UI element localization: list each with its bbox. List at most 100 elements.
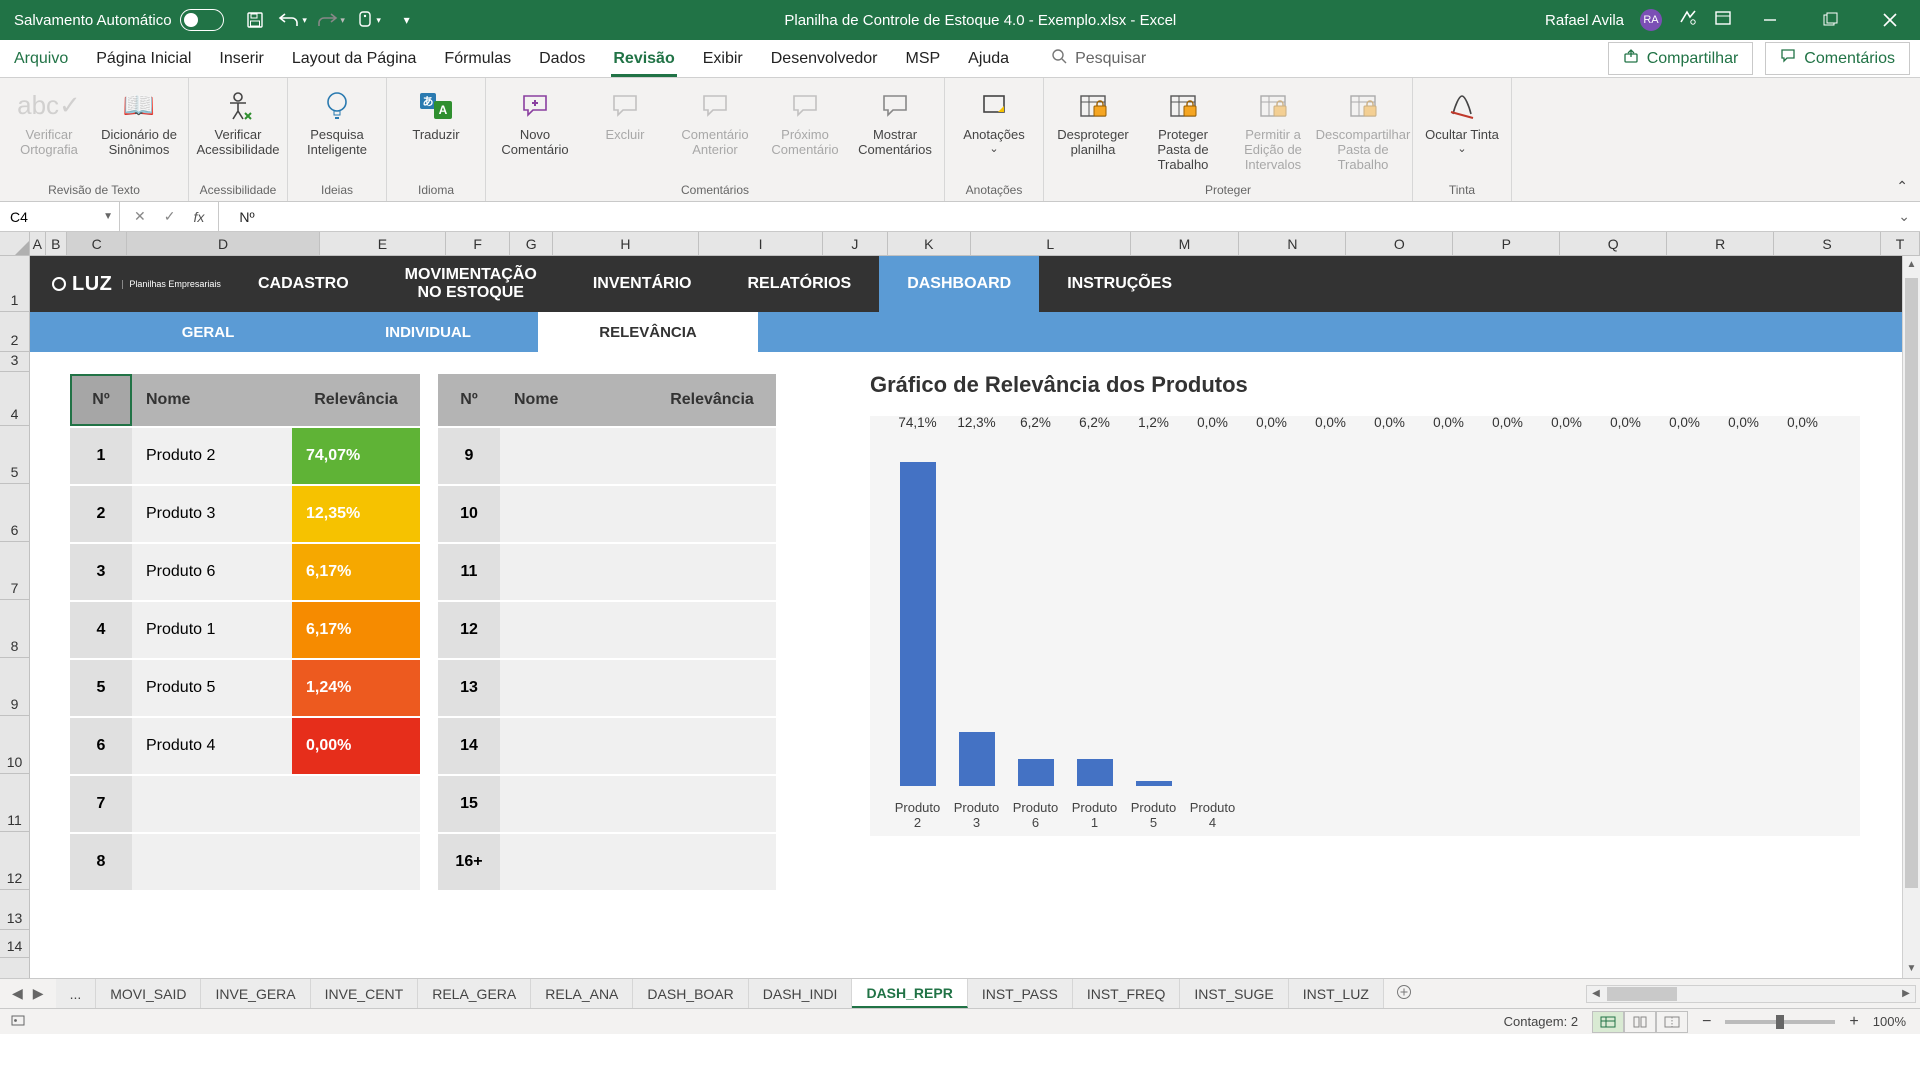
row-value[interactable] [648, 660, 776, 716]
ribbon-display-icon[interactable] [1714, 9, 1732, 31]
tab-f-rmulas[interactable]: Fórmulas [430, 40, 525, 77]
row-header-3[interactable]: 3 [0, 352, 29, 372]
comments-button[interactable]: Comentários [1765, 42, 1910, 75]
col-header-E[interactable]: E [320, 232, 446, 255]
tab-revis-o[interactable]: Revisão [599, 40, 688, 77]
row-value[interactable]: 6,17% [292, 602, 420, 658]
cmd-anotacoes[interactable]: Anotações⌄ [951, 84, 1037, 180]
row-header-8[interactable]: 8 [0, 600, 29, 658]
row-name[interactable]: Produto 1 [132, 602, 292, 658]
maximize-button[interactable] [1808, 0, 1852, 40]
autosave-toggle[interactable]: Salvamento Automático [14, 9, 224, 31]
col-header-L[interactable]: L [971, 232, 1130, 255]
minimize-button[interactable] [1748, 0, 1792, 40]
col-header-I[interactable]: I [699, 232, 823, 255]
row-name[interactable] [500, 544, 648, 600]
col-header-J[interactable]: J [823, 232, 887, 255]
row-index[interactable]: 16+ [438, 834, 500, 890]
row-header-1[interactable]: 1 [0, 256, 29, 312]
dash-nav-cadastro[interactable]: CADASTRO [230, 256, 377, 312]
col-header-A[interactable]: A [30, 232, 46, 255]
user-name[interactable]: Rafael Avila [1545, 12, 1624, 29]
cmd-mostrar-comentarios[interactable]: Mostrar Comentários [852, 84, 938, 180]
user-avatar[interactable]: RA [1640, 9, 1662, 31]
col-header-D[interactable]: D [127, 232, 319, 255]
col-header-no[interactable]: Nº [438, 374, 500, 426]
row-name[interactable] [500, 486, 648, 542]
col-header-H[interactable]: H [553, 232, 699, 255]
grid-canvas[interactable]: LUZ Planilhas Empresariais CADASTROMOVIM… [30, 256, 1920, 978]
tell-me-search[interactable]: Pesquisar [1051, 48, 1146, 69]
row-index[interactable]: 15 [438, 776, 500, 832]
row-name[interactable] [132, 834, 292, 890]
row-value[interactable] [648, 544, 776, 600]
sheet-tab-more[interactable]: ... [56, 979, 97, 1008]
coming-soon-icon[interactable] [1678, 8, 1698, 32]
row-value[interactable] [648, 428, 776, 484]
row-name[interactable]: Produto 2 [132, 428, 292, 484]
col-header-relevancia[interactable]: Relevância [648, 374, 776, 426]
row-index[interactable]: 12 [438, 602, 500, 658]
cmd-novo-comentario[interactable]: Novo Comentário [492, 84, 578, 180]
row-name[interactable]: Produto 4 [132, 718, 292, 774]
fx-icon[interactable]: fx [193, 209, 204, 225]
col-header-C[interactable]: C [67, 232, 127, 255]
view-page-break-icon[interactable] [1656, 1011, 1688, 1033]
col-header-F[interactable]: F [446, 232, 510, 255]
cancel-formula-icon[interactable]: ✕ [134, 208, 146, 225]
redo-icon[interactable]: ▾ [322, 11, 340, 29]
row-index[interactable]: 7 [70, 776, 132, 832]
row-name[interactable] [500, 602, 648, 658]
row-name[interactable]: Produto 3 [132, 486, 292, 542]
view-normal-icon[interactable] [1592, 1011, 1624, 1033]
sheet-tab-inve_gera[interactable]: INVE_GERA [201, 979, 310, 1008]
view-page-layout-icon[interactable] [1624, 1011, 1656, 1033]
share-button[interactable]: Compartilhar [1608, 42, 1754, 75]
cmd-ocultar-tinta[interactable]: Ocultar Tinta⌄ [1419, 84, 1505, 180]
row-index[interactable]: 2 [70, 486, 132, 542]
undo-icon[interactable]: ▾ [284, 11, 302, 29]
row-name[interactable]: Produto 6 [132, 544, 292, 600]
col-header-B[interactable]: B [46, 232, 67, 255]
sheet-tab-inve_cent[interactable]: INVE_CENT [311, 979, 419, 1008]
dash-nav-relat-rios[interactable]: RELATÓRIOS [719, 256, 879, 312]
row-value[interactable] [648, 602, 776, 658]
col-header-Q[interactable]: Q [1560, 232, 1667, 255]
cmd-desproteger-planilha[interactable]: Desproteger planilha [1050, 84, 1136, 180]
row-index[interactable]: 4 [70, 602, 132, 658]
row-header-14[interactable]: 14 [0, 930, 29, 958]
col-header-O[interactable]: O [1346, 232, 1453, 255]
expand-formula-bar-icon[interactable]: ⌄ [1888, 208, 1920, 225]
tab-ajuda[interactable]: Ajuda [954, 40, 1023, 77]
col-header-K[interactable]: K [888, 232, 972, 255]
row-name[interactable] [132, 776, 292, 832]
record-macro-icon[interactable] [10, 1016, 26, 1031]
row-header-13[interactable]: 13 [0, 890, 29, 930]
sheet-tab-rela_gera[interactable]: RELA_GERA [418, 979, 531, 1008]
dash-nav-dashboard[interactable]: DASHBOARD [879, 256, 1039, 312]
sheet-tab-inst_luz[interactable]: INST_LUZ [1289, 979, 1384, 1008]
close-button[interactable] [1868, 0, 1912, 40]
row-header-12[interactable]: 12 [0, 832, 29, 890]
tab-p-gina-inicial[interactable]: Página Inicial [82, 40, 205, 77]
row-index[interactable]: 8 [70, 834, 132, 890]
touch-mouse-icon[interactable]: ▾ [360, 11, 378, 29]
dash-nav-invent-rio[interactable]: INVENTÁRIO [565, 256, 720, 312]
col-header-no[interactable]: Nº [70, 374, 132, 426]
dash-nav-movimenta-o-no-estoque[interactable]: MOVIMENTAÇÃONO ESTOQUE [377, 256, 565, 312]
tab-inserir[interactable]: Inserir [205, 40, 277, 77]
row-header-7[interactable]: 7 [0, 542, 29, 600]
tab-nav-prev-icon[interactable]: ◀ [12, 985, 23, 1002]
add-sheet-button[interactable] [1384, 984, 1424, 1003]
cmd-traduzir[interactable]: あATraduzir [393, 84, 479, 180]
row-index[interactable]: 3 [70, 544, 132, 600]
col-header-R[interactable]: R [1667, 232, 1774, 255]
chevron-down-icon[interactable]: ▼ [103, 211, 113, 222]
cmd-verificar-acessibilidade[interactable]: Verificar Acessibilidade [195, 84, 281, 180]
tab-msp[interactable]: MSP [891, 40, 954, 77]
col-header-relevancia[interactable]: Relevância [292, 374, 420, 426]
row-header-11[interactable]: 11 [0, 774, 29, 832]
vertical-scrollbar[interactable]: ▲ ▼ [1902, 256, 1920, 978]
row-header-9[interactable]: 9 [0, 658, 29, 716]
zoom-in-button[interactable]: + [1849, 1013, 1858, 1031]
